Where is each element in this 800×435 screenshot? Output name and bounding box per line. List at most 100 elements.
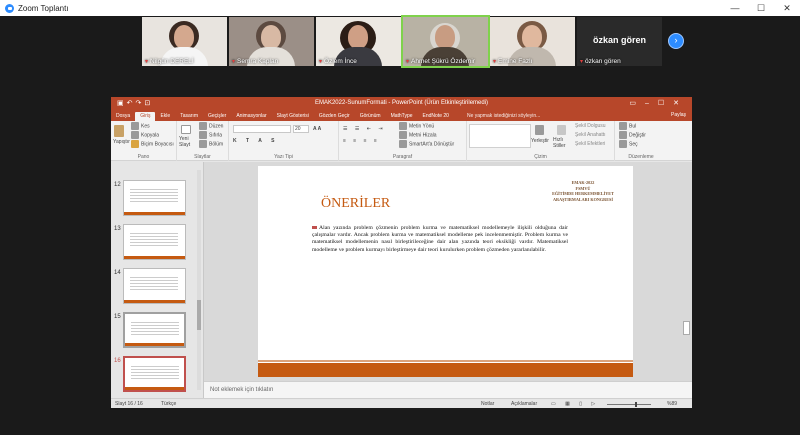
slide-thumbnail[interactable]	[123, 224, 186, 260]
participant-tile[interactable]: Semra Kaplan	[229, 17, 314, 66]
participant-name: özkan gören	[580, 58, 621, 65]
tab-review[interactable]: Gözden Geçir	[314, 112, 355, 121]
cut-button[interactable]: Kes	[131, 122, 150, 130]
replace-button[interactable]: Değiştir	[619, 131, 646, 139]
layout-icon	[199, 122, 207, 130]
thumbnails-scrollbar[interactable]	[197, 170, 201, 390]
font-name-input[interactable]	[233, 125, 291, 133]
copy-button[interactable]: Kopyala	[131, 131, 159, 139]
tab-insert[interactable]: Ekle	[155, 112, 175, 121]
slide-title[interactable]: ÖNERİLER	[321, 196, 390, 212]
shape-effects-button[interactable]: Şekil Efektleri	[575, 140, 605, 148]
slide-thumbnail[interactable]	[123, 312, 186, 348]
tab-slide-show[interactable]: Slayt Gösterisi	[272, 112, 314, 121]
slide-thumbnail[interactable]	[123, 180, 186, 216]
view-buttons[interactable]: ▭ ▦ ▯ ▷	[551, 401, 599, 407]
slide-editor: ÖNERİLER EMAK-2022 FSMVÜ EĞİTİMDE HERKEM…	[203, 162, 692, 398]
new-slide-icon	[181, 125, 191, 134]
slide-canvas[interactable]: ÖNERİLER EMAK-2022 FSMVÜ EĞİTİMDE HERKEM…	[258, 166, 633, 377]
format-painter-button[interactable]: Biçim Boyacısı	[131, 140, 174, 148]
comments-toggle[interactable]: Açıklamalar	[511, 401, 537, 407]
text-direction-button[interactable]: Metin Yönü	[399, 122, 434, 130]
group-label: Slaytlar	[194, 154, 211, 160]
participant-tile[interactable]: Nilgün DERELİ	[142, 17, 227, 66]
slide-footer-bar	[258, 360, 633, 377]
section-icon	[199, 140, 207, 148]
participant-tile[interactable]: Özlem İnce	[316, 17, 401, 66]
tab-transitions[interactable]: Geçişler	[203, 112, 231, 121]
zoom-slider[interactable]	[607, 402, 651, 407]
thumbnail-number: 12	[114, 182, 121, 188]
thumbnail-number: 14	[114, 270, 121, 276]
slide-body-text: Alan yazında problem çözmenin problem ku…	[312, 225, 568, 253]
group-label: Paragraf	[392, 154, 413, 160]
shapes-gallery[interactable]	[469, 124, 531, 148]
smartart-button[interactable]: SmartArt'a Dönüştür	[399, 140, 454, 148]
shape-fill-button[interactable]: Şekil Dolgusu	[575, 122, 606, 130]
thumbnail-number: 16	[114, 358, 121, 364]
align-text-button[interactable]: Metni Hizala	[399, 131, 437, 139]
scissors-icon	[131, 122, 139, 130]
font-style-buttons[interactable]: K T A S	[233, 137, 278, 145]
tab-design[interactable]: Tasarım	[175, 112, 203, 121]
reset-icon	[199, 131, 207, 139]
text-direction-icon	[399, 122, 407, 130]
conference-logo: EMAK-2022 FSMVÜ EĞİTİMDE HERKEMMELİYET A…	[552, 180, 614, 202]
font-grow-shrink[interactable]: A A	[313, 125, 321, 133]
chevron-right-icon[interactable]: ›	[668, 33, 684, 49]
notes-pane[interactable]: Not eklemek için tıklatın	[204, 381, 692, 398]
font-size-input[interactable]: 20	[293, 125, 309, 133]
arrange-button[interactable]	[535, 125, 546, 135]
new-slide-button[interactable]	[181, 125, 193, 134]
select-button[interactable]: Seç	[619, 140, 638, 148]
arrange-icon	[535, 125, 544, 135]
quick-styles-label: Hızlı Stiller	[553, 137, 566, 149]
status-bar: Slayt 16 / 16 Türkçe Notlar Açıklamalar …	[111, 398, 692, 408]
tab-animations[interactable]: Animasyonlar	[231, 112, 271, 121]
window-controls: — ☐ ✕	[722, 0, 800, 16]
slide-thumbnail-selected[interactable]	[123, 356, 186, 392]
group-label: Yazı Tipi	[274, 154, 293, 160]
participant-tile-active-speaker[interactable]: Ahmet Şükrü Özdemir	[401, 15, 490, 68]
close-button[interactable]: ✕	[774, 0, 800, 16]
participant-name: Semra Kaplan	[232, 58, 278, 65]
layout-button[interactable]: Düzen	[199, 122, 223, 130]
align-buttons[interactable]: ≡ ≡ ≡ ≡	[343, 137, 380, 145]
quick-styles-button[interactable]	[557, 125, 568, 135]
bullet-icon	[312, 226, 317, 230]
ribbon-tabs: Dosya Giriş Ekle Tasarım Geçişler Animas…	[111, 111, 692, 121]
share-button[interactable]: Paylaş	[671, 112, 686, 118]
participant-tile[interactable]: Emine Fazlı	[490, 17, 575, 66]
paste-button[interactable]	[114, 125, 126, 137]
reset-button[interactable]: Sıfırla	[199, 131, 222, 139]
slide-scrollbar[interactable]	[683, 166, 690, 371]
slide-body-textbox[interactable]: Alan yazında problem çözmenin problem ku…	[312, 225, 568, 254]
participant-tile[interactable]: özkan gören özkan gören	[577, 17, 662, 66]
notes-toggle[interactable]: Notlar	[481, 401, 494, 407]
tell-me-search[interactable]: Ne yapmak istediğinizi söyleyin...	[462, 112, 545, 121]
thumbnail-number: 15	[114, 314, 121, 320]
shape-outline-button[interactable]: Şekil Anahattı	[575, 131, 606, 139]
document-title: EMAK2022-SunumFormati - PowerPoint (Ürün…	[314, 100, 489, 106]
powerpoint-titlebar: ▣↶↷⊡ EMAK2022-SunumFormati - PowerPoint …	[111, 97, 692, 111]
find-button[interactable]: Bul	[619, 122, 636, 130]
tab-home[interactable]: Giriş	[135, 112, 156, 121]
tab-endnote[interactable]: EndNote 20	[418, 112, 454, 121]
language-indicator[interactable]: Türkçe	[161, 401, 176, 407]
list-buttons[interactable]: ☰ ☰ ⇤ ⇥	[343, 125, 386, 133]
quick-styles-icon	[557, 125, 566, 135]
tab-view[interactable]: Görünüm	[355, 112, 386, 121]
maximize-button[interactable]: ☐	[748, 0, 774, 16]
minimize-button[interactable]: —	[722, 0, 748, 16]
section-button[interactable]: Bölüm	[199, 140, 223, 148]
zoom-window-title: Zoom Toplantı	[18, 3, 69, 13]
powerpoint-window-controls[interactable]: ▭–☐✕	[629, 99, 688, 107]
slide-thumbnail[interactable]	[123, 268, 186, 304]
tab-file[interactable]: Dosya	[111, 112, 135, 121]
tab-mathtype[interactable]: MathType	[386, 112, 418, 121]
zoom-level[interactable]: %89	[667, 401, 677, 407]
participant-name: Ahmet Şükrü Özdemir	[406, 58, 475, 65]
cursor-icon	[619, 140, 627, 148]
powerpoint-window: ▣↶↷⊡ EMAK2022-SunumFormati - PowerPoint …	[111, 97, 692, 408]
zoom-logo-icon	[5, 3, 14, 13]
